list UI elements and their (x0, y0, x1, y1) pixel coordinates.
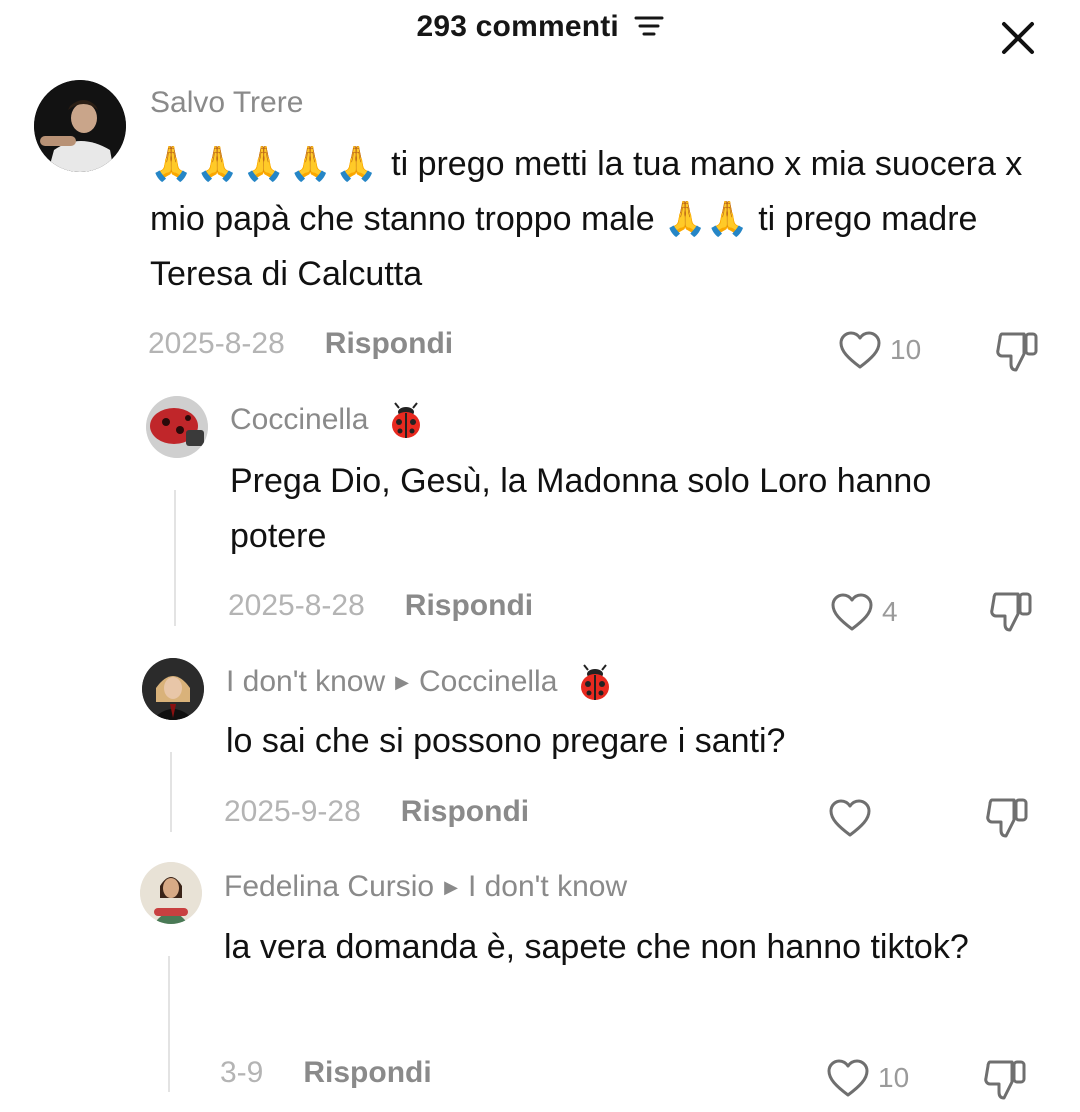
comment-meta: 2025-8-28 Rispondi (228, 589, 533, 623)
like-count: 10 (890, 334, 922, 365)
avatar[interactable] (34, 80, 126, 172)
comment-date: 2025-9-28 (224, 795, 361, 828)
comment-meta: 3-9 Rispondi (220, 1056, 432, 1090)
heart-icon (839, 331, 881, 369)
thread-line (168, 956, 170, 1092)
ladybug-emoji (391, 402, 420, 438)
username-link[interactable]: Coccinella (230, 403, 368, 436)
comment-text: la vera domanda è, sapete che non hanno … (224, 928, 969, 966)
comment-text: 🙏🙏🙏🙏🙏 ti prego metti la tua mano x mia s… (150, 137, 1030, 302)
comment-text: lo sai che si possono pregare i santi? (226, 722, 786, 760)
comment-meta: 2025-8-28 Rispondi (148, 327, 453, 361)
heart-icon (827, 1059, 869, 1097)
comment-date: 2025-8-28 (148, 327, 285, 360)
username: Coccinella (230, 402, 425, 440)
like-count: 4 (882, 596, 898, 627)
comment-date: 3-9 (220, 1056, 264, 1089)
reply-to-username[interactable]: Coccinella (419, 665, 557, 698)
ladybug-emoji (580, 664, 609, 700)
comment-text: Prega Dio, Gesù, la Madonna solo Loro ha… (230, 462, 932, 555)
comment-date: 2025-8-28 (228, 589, 365, 622)
dislike-icon[interactable] (982, 1058, 1028, 1102)
reply-button[interactable]: Rispondi (325, 327, 453, 360)
sort-filter-icon[interactable] (634, 14, 664, 38)
reply-arrow-icon: ▶ (444, 877, 458, 897)
username[interactable]: Salvo Trere (150, 86, 303, 120)
username: I don't know ▶ Coccinella (226, 664, 614, 702)
username: Fedelina Cursio ▶ I don't know (224, 870, 627, 904)
like-button[interactable]: 4 (830, 592, 898, 632)
username-link[interactable]: Fedelina Cursio (224, 870, 434, 903)
comment-meta: 2025-9-28 Rispondi (224, 795, 529, 829)
like-button[interactable] (828, 798, 880, 838)
like-button[interactable]: 10 (838, 330, 921, 370)
dislike-icon[interactable] (988, 590, 1034, 634)
reply-button[interactable]: Rispondi (401, 795, 529, 828)
reply-arrow-icon: ▶ (395, 671, 409, 692)
thread-line (174, 490, 176, 626)
dislike-icon[interactable] (984, 796, 1030, 840)
close-icon[interactable] (998, 18, 1038, 58)
comments-count-title: 293 commenti (416, 10, 619, 43)
username-link[interactable]: I don't know (226, 665, 385, 698)
dislike-icon[interactable] (994, 330, 1040, 374)
praying-hands-emoji: 🙏🙏🙏🙏🙏 (150, 145, 382, 183)
avatar[interactable] (146, 396, 208, 458)
avatar[interactable] (142, 658, 204, 720)
heart-icon (831, 593, 873, 631)
thread-line (170, 752, 172, 832)
heart-icon (829, 799, 871, 837)
avatar[interactable] (140, 862, 202, 924)
like-button[interactable]: 10 (826, 1058, 909, 1098)
comments-header: 293 commenti (0, 10, 1080, 44)
reply-button[interactable]: Rispondi (303, 1056, 431, 1089)
reply-to-username[interactable]: I don't know (468, 870, 627, 903)
like-count: 10 (878, 1062, 910, 1093)
reply-button[interactable]: Rispondi (405, 589, 533, 622)
